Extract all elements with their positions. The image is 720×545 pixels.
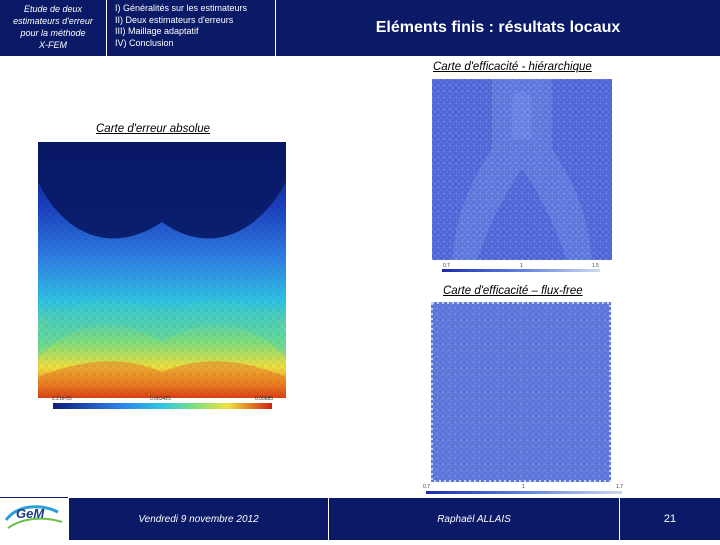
thesis-title-line: X-FEM xyxy=(39,40,67,50)
colorbar-tick: 1.5 xyxy=(592,263,599,269)
page-number: 21 xyxy=(663,513,677,525)
hierarchical-efficiency-map xyxy=(432,79,612,260)
colorbar-tick: 0.003425 xyxy=(150,396,171,402)
absolute-error-map xyxy=(38,142,286,398)
absolute-error-caption: Carte d'erreur absolue xyxy=(96,123,211,135)
flux-free-efficiency-map xyxy=(431,302,611,482)
absolute-error-colorbar xyxy=(53,403,272,409)
date-text: Vendredi 9 novembre 2012 xyxy=(138,513,259,525)
thesis-title-line: Etude de deux xyxy=(23,4,83,14)
mesh-overlay xyxy=(38,142,286,398)
footer-page-number: 21 xyxy=(620,498,720,540)
slide-title: Eléments finis : résultats locaux xyxy=(375,19,621,36)
author-text: Raphaël ALLAIS xyxy=(437,513,511,525)
outline-item[interactable]: IV) Conclusion xyxy=(115,38,275,50)
outline-item[interactable]: I) Généralités sur les estimateurs xyxy=(115,3,275,15)
outline-item[interactable]: III) Maillage adaptatif xyxy=(115,26,275,38)
colorbar-tick: 1.7 xyxy=(616,484,623,490)
colorbar-tick: 1 xyxy=(520,263,523,269)
thesis-title-line: estimateurs d'erreur xyxy=(13,16,93,26)
colorbar-tick: 0.7 xyxy=(423,484,430,490)
thesis-title: Etude de deux estimateurs d'erreur pour … xyxy=(0,0,106,56)
logo-text: GeM xyxy=(16,506,45,521)
thesis-title-line: pour la méthode xyxy=(20,28,86,38)
hierarchical-caption: Carte d'efficacité - hiérarchique xyxy=(433,61,592,73)
lab-logo: GeM xyxy=(0,497,68,540)
colorbar-tick: 2.21e-05 xyxy=(52,396,72,402)
colorbar-tick: 0.7 xyxy=(443,263,450,269)
footer-author: Raphaël ALLAIS xyxy=(329,498,619,540)
colorbar-tick: 1 xyxy=(522,484,525,490)
slide-title-bar: Eléments finis : résultats locaux xyxy=(276,0,720,56)
flux-free-colorbar xyxy=(426,491,622,494)
colorbar-tick: 0.00685 xyxy=(255,396,274,402)
outline-item[interactable]: II) Deux estimateurs d'erreurs xyxy=(115,15,275,27)
flux-free-caption: Carte d'efficacité – flux-free xyxy=(443,285,583,297)
outline-menu: I) Généralités sur les estimateurs II) D… xyxy=(107,0,275,56)
footer-date: Vendredi 9 novembre 2012 xyxy=(69,498,328,540)
hierarchical-colorbar xyxy=(442,269,600,272)
